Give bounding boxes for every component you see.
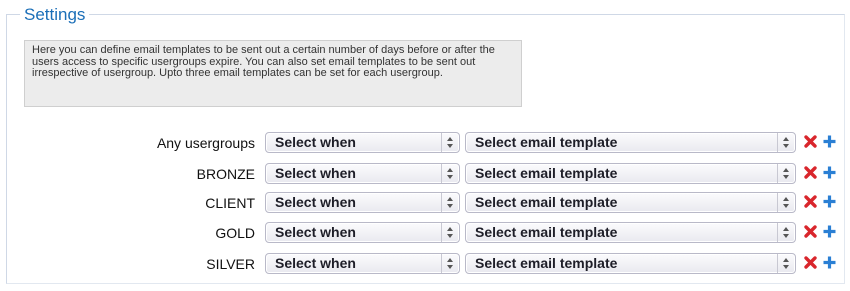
select-when-dropdown[interactable]: Select when [265, 132, 460, 153]
usergroup-label: SILVER [206, 256, 255, 272]
select-when-value: Select when [275, 224, 356, 240]
delete-icon[interactable] [803, 134, 818, 149]
select-arrows-icon [441, 223, 459, 242]
select-email-template-dropdown[interactable]: Select email template [465, 132, 796, 153]
usergroup-row: GOLD Select when Select email template [0, 222, 850, 244]
delete-icon[interactable] [803, 194, 818, 209]
usergroup-row: CLIENT Select when Select email template [0, 192, 850, 214]
usergroup-label: Any usergroups [156, 135, 255, 151]
delete-icon[interactable] [803, 255, 818, 270]
add-icon[interactable] [822, 255, 837, 270]
select-email-template-dropdown[interactable]: Select email template [465, 163, 796, 184]
select-when-value: Select when [275, 194, 356, 210]
select-when-value: Select when [275, 134, 356, 150]
select-arrows-icon [777, 223, 795, 242]
select-arrows-icon [441, 254, 459, 273]
select-email-template-dropdown[interactable]: Select email template [465, 253, 796, 274]
select-arrows-icon [777, 133, 795, 152]
settings-info-box: Here you can define email templates to b… [24, 40, 522, 107]
select-when-value: Select when [275, 165, 356, 181]
add-icon[interactable] [822, 224, 837, 239]
select-template-value: Select email template [475, 255, 618, 271]
select-arrows-icon [441, 193, 459, 212]
select-arrows-icon [777, 193, 795, 212]
select-arrows-icon [441, 164, 459, 183]
select-email-template-dropdown[interactable]: Select email template [465, 222, 796, 243]
select-when-dropdown[interactable]: Select when [265, 253, 460, 274]
select-arrows-icon [777, 254, 795, 273]
select-when-dropdown[interactable]: Select when [265, 192, 460, 213]
usergroup-label: BRONZE [196, 166, 255, 182]
usergroup-row: SILVER Select when Select email template [0, 253, 850, 275]
usergroup-label: CLIENT [205, 195, 255, 211]
select-when-dropdown[interactable]: Select when [265, 222, 460, 243]
delete-icon[interactable] [803, 165, 818, 180]
select-arrows-icon [441, 133, 459, 152]
select-email-template-dropdown[interactable]: Select email template [465, 192, 796, 213]
add-icon[interactable] [822, 134, 837, 149]
usergroup-row: Any usergroups Select when Select email … [0, 132, 850, 154]
add-icon[interactable] [822, 165, 837, 180]
select-template-value: Select email template [475, 224, 618, 240]
usergroup-label: GOLD [215, 225, 255, 241]
select-when-dropdown[interactable]: Select when [265, 163, 460, 184]
select-when-value: Select when [275, 255, 356, 271]
add-icon[interactable] [822, 194, 837, 209]
select-arrows-icon [777, 164, 795, 183]
delete-icon[interactable] [803, 224, 818, 239]
select-template-value: Select email template [475, 194, 618, 210]
usergroup-row: BRONZE Select when Select email template [0, 163, 850, 185]
select-template-value: Select email template [475, 165, 618, 181]
select-template-value: Select email template [475, 134, 618, 150]
settings-legend: Settings [20, 4, 90, 26]
